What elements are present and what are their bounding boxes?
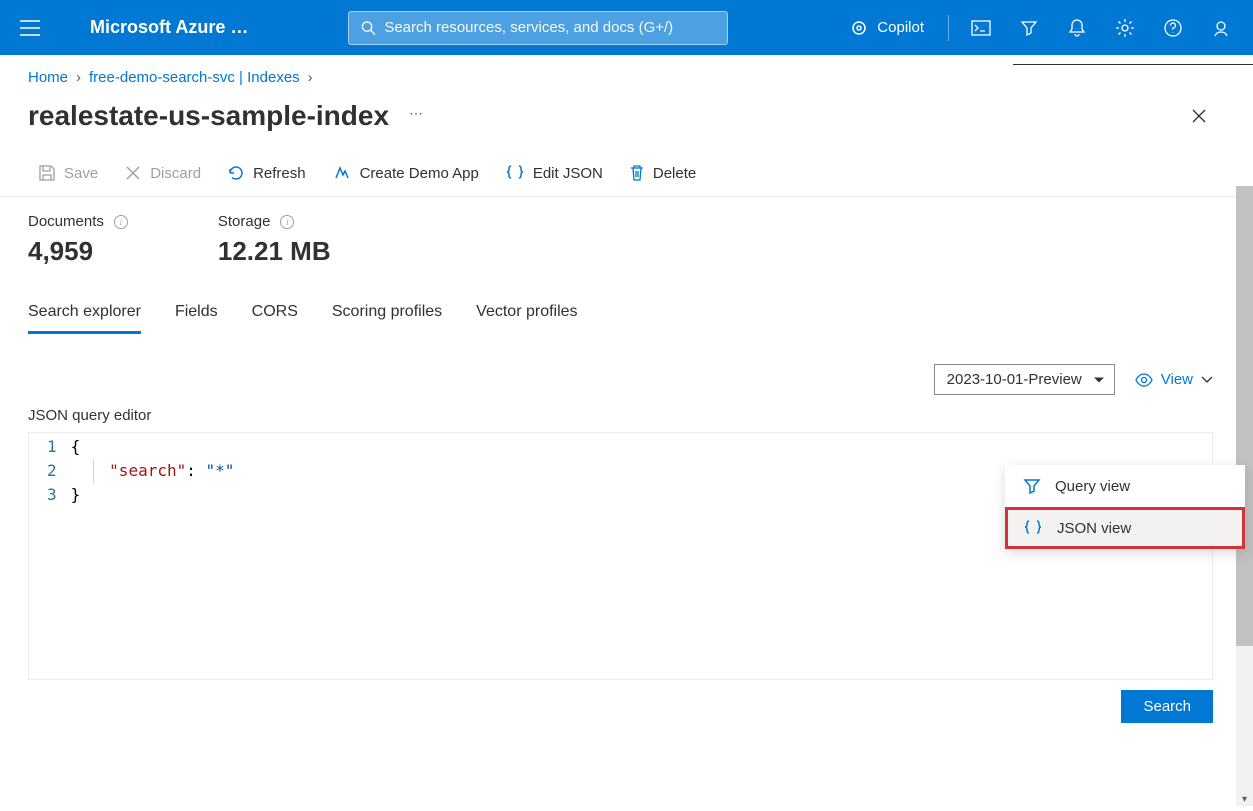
topbar: Microsoft Azure … Copilot (0, 0, 1253, 55)
line-numbers: 123 (29, 433, 71, 679)
global-search-input[interactable] (384, 19, 715, 36)
scroll-down-icon[interactable]: ▾ (1238, 794, 1251, 807)
notifications-icon[interactable] (1055, 8, 1099, 48)
chevron-right-icon: › (308, 69, 313, 86)
page-header: realestate-us-sample-index ⋯ (0, 92, 1253, 152)
help-icon[interactable] (1151, 8, 1195, 48)
discard-icon (124, 164, 142, 182)
tab-search-explorer[interactable]: Search explorer (28, 297, 141, 334)
command-bar: Save Discard Refresh Create Demo App Edi… (0, 152, 1253, 197)
chevron-down-icon (1201, 376, 1213, 384)
stat-storage: Storagei 12.21 MB (218, 213, 331, 267)
view-dropdown-menu: Query view JSON view (1005, 465, 1245, 549)
braces-icon (505, 164, 525, 182)
tab-fields[interactable]: Fields (175, 297, 218, 334)
close-button[interactable] (1183, 104, 1215, 128)
cloud-shell-icon[interactable] (959, 8, 1003, 48)
breadcrumb-home[interactable]: Home (28, 69, 68, 86)
info-icon[interactable]: i (280, 215, 294, 229)
view-icon (1135, 373, 1153, 387)
save-icon (38, 164, 56, 182)
discard-button[interactable]: Discard (114, 160, 211, 186)
global-search-box[interactable] (348, 11, 728, 45)
search-button-row: Search (0, 680, 1253, 723)
refresh-icon (227, 164, 245, 182)
divider (948, 15, 949, 41)
tab-cors[interactable]: CORS (252, 297, 298, 334)
refresh-button[interactable]: Refresh (217, 160, 316, 186)
page-title: realestate-us-sample-index (28, 100, 389, 132)
filter-icon[interactable] (1007, 8, 1051, 48)
tab-scoring-profiles[interactable]: Scoring profiles (332, 297, 442, 334)
storage-value: 12.21 MB (218, 236, 331, 267)
search-icon (361, 20, 376, 36)
breadcrumb-service[interactable]: free-demo-search-svc | Indexes (89, 69, 300, 86)
create-demo-icon (332, 164, 352, 182)
editor-label: JSON query editor (0, 403, 1253, 428)
save-button[interactable]: Save (28, 160, 108, 186)
stats-row: Documentsi 4,959 Storagei 12.21 MB (0, 197, 1253, 277)
hamburger-menu-icon[interactable] (10, 20, 50, 36)
scrollbar-thumb[interactable] (1236, 186, 1253, 646)
breadcrumb: Home › free-demo-search-svc | Indexes › (0, 55, 1253, 92)
copilot-icon (849, 18, 869, 38)
api-version-select[interactable]: 2023-10-01-Preview (934, 364, 1115, 395)
more-actions-button[interactable]: ⋯ (409, 105, 425, 128)
chevron-right-icon: › (76, 69, 81, 86)
topbar-right: Copilot (835, 8, 1243, 48)
info-icon[interactable]: i (114, 215, 128, 229)
view-option-query[interactable]: Query view (1005, 465, 1245, 507)
view-dropdown-button[interactable]: View (1135, 371, 1213, 388)
view-option-json[interactable]: JSON view (1005, 507, 1245, 549)
brand-label[interactable]: Microsoft Azure … (50, 17, 268, 38)
create-demo-app-button[interactable]: Create Demo App (322, 160, 489, 186)
feedback-icon[interactable] (1199, 8, 1243, 48)
documents-value: 4,959 (28, 236, 128, 267)
search-button[interactable]: Search (1121, 690, 1213, 723)
edit-json-button[interactable]: Edit JSON (495, 160, 613, 186)
delete-icon (629, 164, 645, 182)
stat-documents: Documentsi 4,959 (28, 213, 128, 267)
copilot-button[interactable]: Copilot (835, 11, 938, 45)
delete-button[interactable]: Delete (619, 160, 706, 186)
header-divider (1013, 64, 1253, 65)
tab-vector-profiles[interactable]: Vector profiles (476, 297, 577, 334)
filter-icon (1023, 477, 1041, 495)
settings-icon[interactable] (1103, 8, 1147, 48)
controls-row: 2023-10-01-Preview View (0, 334, 1253, 403)
braces-icon (1023, 519, 1043, 537)
tabs: Search explorer Fields CORS Scoring prof… (0, 277, 1253, 334)
